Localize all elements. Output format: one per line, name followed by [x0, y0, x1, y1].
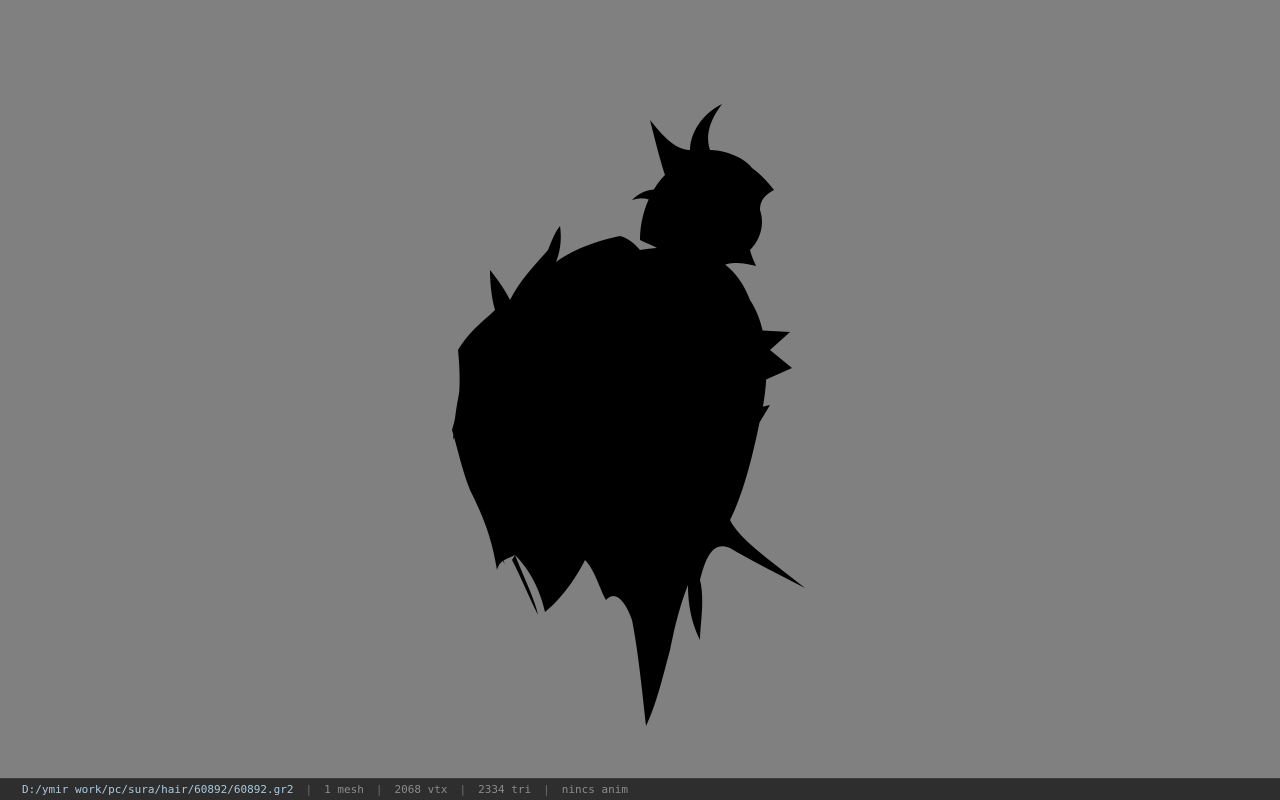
status-separator: | — [305, 783, 313, 796]
status-file-path: D:/ymir work/pc/sura/hair/60892/60892.gr… — [22, 783, 294, 796]
status-bar: D:/ymir work/pc/sura/hair/60892/60892.gr… — [0, 778, 1280, 800]
3d-viewport[interactable] — [0, 0, 1280, 778]
status-anim: nincs anim — [561, 783, 628, 796]
status-mesh-count: 1 mesh — [324, 783, 364, 796]
status-separator: | — [459, 783, 467, 796]
status-triangle-count: 2334 tri — [478, 783, 532, 796]
hair-model-silhouette — [452, 104, 805, 726]
status-separator: | — [375, 783, 383, 796]
status-separator: | — [543, 783, 550, 796]
status-vertex-count: 2068 vtx — [394, 783, 448, 796]
